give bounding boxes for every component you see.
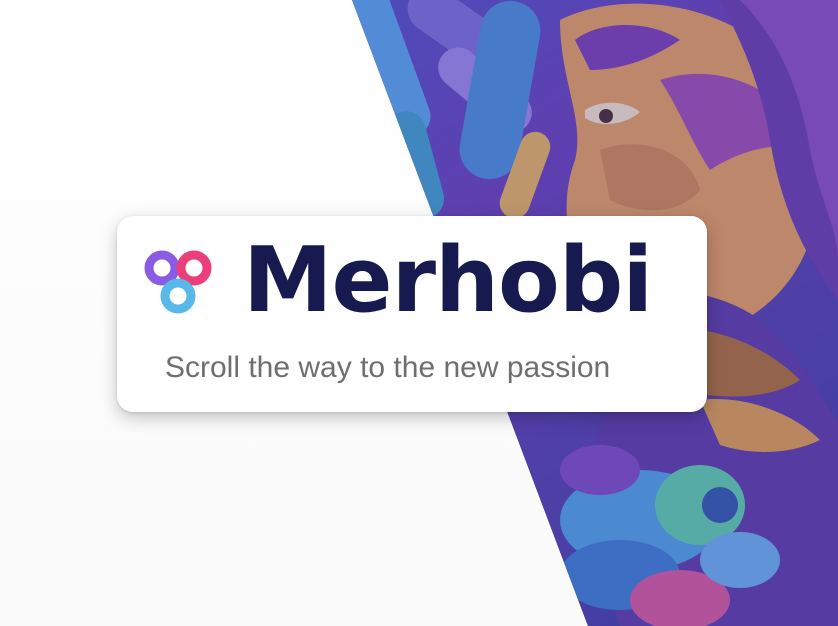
merhobi-logo-icon bbox=[144, 250, 212, 314]
brand-name: Merhobi bbox=[243, 228, 653, 333]
brand-card: Merhobi Scroll the way to the new passio… bbox=[117, 216, 707, 412]
tagline: Scroll the way to the new passion bbox=[165, 351, 611, 384]
